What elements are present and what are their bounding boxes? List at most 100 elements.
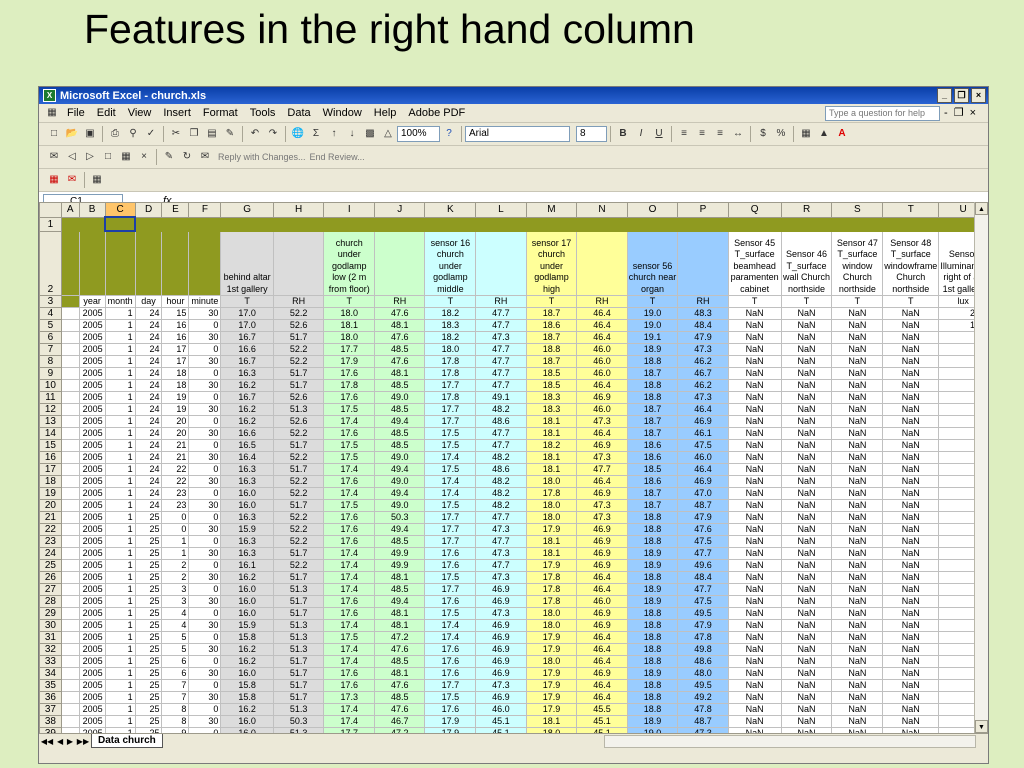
cell[interactable] — [60, 475, 80, 488]
data-cell[interactable]: NaN — [727, 391, 782, 404]
data-cell[interactable]: 17.9 — [525, 523, 578, 536]
data-cell[interactable]: NaN — [831, 367, 884, 380]
row-header[interactable]: 2 — [39, 230, 62, 296]
data-cell[interactable]: NaN — [780, 511, 833, 524]
data-cell[interactable]: 46.7 — [677, 367, 729, 380]
data-cell[interactable]: 48.2 — [475, 403, 527, 416]
data-cell[interactable]: 47.5 — [677, 595, 729, 608]
data-cell[interactable]: 17.4 — [323, 715, 376, 728]
data-cell[interactable]: 16.7 — [220, 331, 274, 344]
data-cell[interactable]: NaN — [727, 499, 782, 512]
data-cell[interactable]: 45.1 — [576, 715, 628, 728]
data-cell[interactable]: NaN — [831, 391, 884, 404]
data-cell[interactable]: 48.7 — [677, 715, 729, 728]
data-cell[interactable]: 46.9 — [677, 415, 729, 428]
data-cell[interactable]: NaN — [831, 331, 884, 344]
data-cell[interactable]: NaN — [727, 511, 782, 524]
data-cell[interactable]: 48.6 — [677, 655, 729, 668]
data-cell[interactable]: NaN — [831, 715, 884, 728]
row-header[interactable]: 9 — [39, 367, 62, 380]
data-cell[interactable]: 51.7 — [272, 679, 325, 692]
data-cell[interactable]: 17.6 — [424, 547, 477, 560]
data-cell[interactable]: 0 — [188, 703, 222, 716]
data-cell[interactable]: 46.0 — [576, 367, 628, 380]
unit-cell[interactable]: T — [220, 295, 274, 308]
prev-sheet-icon[interactable]: ◀ — [57, 737, 63, 746]
data-cell[interactable]: 18.9 — [626, 547, 679, 560]
row-header[interactable]: 29 — [39, 607, 62, 620]
data-cell[interactable]: 4 — [161, 607, 190, 620]
cell[interactable] — [60, 571, 80, 584]
data-cell[interactable]: 46.9 — [576, 667, 628, 680]
data-cell[interactable]: 18.8 — [525, 343, 578, 356]
font-size-select[interactable]: 8 — [576, 126, 607, 142]
data-cell[interactable]: NaN — [727, 307, 782, 320]
data-cell[interactable]: NaN — [780, 619, 833, 632]
data-cell[interactable]: 46.4 — [576, 307, 628, 320]
sort-ascending-icon[interactable]: ↑ — [327, 127, 341, 141]
unit-cell[interactable]: T — [780, 295, 833, 308]
data-cell[interactable]: 25 — [134, 679, 163, 692]
data-cell[interactable]: NaN — [780, 595, 833, 608]
data-cell[interactable]: 47.3 — [576, 511, 628, 524]
data-cell[interactable]: 25 — [134, 691, 163, 704]
unit-cell[interactable]: minute — [188, 295, 222, 308]
data-cell[interactable]: 46.2 — [677, 355, 729, 368]
data-cell[interactable]: 1 — [104, 343, 136, 356]
data-cell[interactable]: 16.3 — [220, 475, 274, 488]
data-cell[interactable]: 16.0 — [220, 607, 274, 620]
data-cell[interactable]: 24 — [134, 487, 163, 500]
data-cell[interactable]: NaN — [831, 451, 884, 464]
data-cell[interactable]: 17.4 — [424, 619, 477, 632]
data-cell[interactable]: NaN — [882, 643, 940, 656]
prev-comment-icon[interactable]: ◁ — [65, 150, 79, 164]
data-cell[interactable]: NaN — [780, 631, 833, 644]
data-cell[interactable]: 18.0 — [525, 475, 578, 488]
cell[interactable] — [576, 216, 628, 232]
data-cell[interactable]: 17.5 — [323, 499, 376, 512]
row-header[interactable]: 22 — [39, 523, 62, 536]
column-header-e[interactable]: E — [161, 202, 190, 218]
unit-cell[interactable]: RH — [272, 295, 325, 308]
data-cell[interactable]: NaN — [780, 523, 833, 536]
data-cell[interactable]: 46.9 — [576, 547, 628, 560]
column-header-m[interactable]: M — [525, 202, 578, 218]
data-cell[interactable]: NaN — [727, 643, 782, 656]
spelling-icon[interactable]: ✓ — [144, 127, 158, 141]
sheet-nav-buttons[interactable]: ◀◀ ◀ ▶ ▶▶ — [39, 737, 91, 746]
data-cell[interactable]: 17.7 — [424, 511, 477, 524]
data-cell[interactable]: 30 — [188, 547, 222, 560]
data-cell[interactable]: NaN — [780, 679, 833, 692]
data-cell[interactable]: 0 — [188, 487, 222, 500]
data-cell[interactable]: 17.5 — [323, 439, 376, 452]
column-header-r[interactable]: R — [780, 202, 833, 218]
data-cell[interactable]: 1 — [161, 535, 190, 548]
data-cell[interactable]: NaN — [831, 403, 884, 416]
data-cell[interactable]: 18.7 — [525, 355, 578, 368]
data-cell[interactable]: 1 — [104, 331, 136, 344]
column-header-d[interactable]: D — [134, 202, 163, 218]
data-cell[interactable]: 1 — [161, 547, 190, 560]
data-cell[interactable]: NaN — [831, 415, 884, 428]
data-cell[interactable]: NaN — [727, 703, 782, 716]
data-cell[interactable]: 17.9 — [525, 703, 578, 716]
data-cell[interactable]: 1 — [104, 523, 136, 536]
data-cell[interactable]: NaN — [831, 439, 884, 452]
data-cell[interactable]: 47.6 — [374, 355, 426, 368]
last-sheet-icon[interactable]: ▶▶ — [77, 737, 89, 746]
workbook-icon[interactable]: ▦ — [45, 106, 59, 120]
data-cell[interactable]: 47.6 — [677, 523, 729, 536]
close-button[interactable]: × — [971, 88, 986, 103]
data-cell[interactable]: 18.8 — [626, 643, 679, 656]
row-header[interactable]: 25 — [39, 559, 62, 572]
data-cell[interactable]: 46.9 — [475, 655, 527, 668]
row-header[interactable]: 24 — [39, 547, 62, 560]
data-cell[interactable]: 16.0 — [220, 499, 274, 512]
data-cell[interactable]: 1 — [104, 559, 136, 572]
data-cell[interactable]: NaN — [831, 583, 884, 596]
data-cell[interactable]: 2005 — [78, 595, 106, 608]
data-cell[interactable]: NaN — [882, 427, 940, 440]
unit-cell[interactable]: T — [323, 295, 376, 308]
data-cell[interactable]: 46.0 — [576, 343, 628, 356]
unit-cell[interactable]: RH — [677, 295, 729, 308]
